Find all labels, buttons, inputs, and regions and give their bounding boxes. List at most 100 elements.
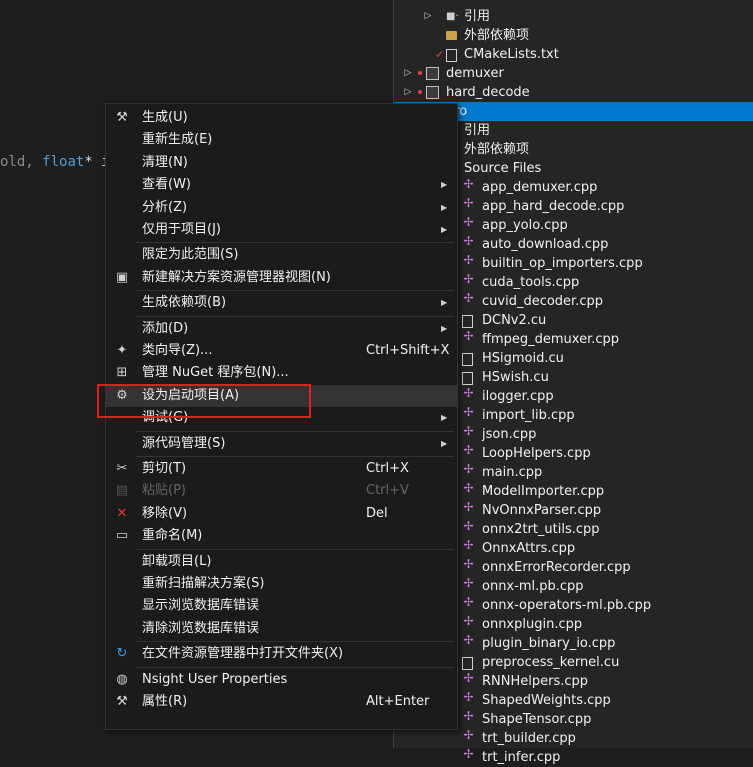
menu-separator [136, 641, 454, 643]
cpp-file-icon: ✢ [463, 557, 474, 571]
cpp-file-icon: ✢ [463, 177, 474, 191]
cpp-file-icon: ✢ [463, 728, 474, 742]
menu-item-shortcut: Alt+Enter [366, 694, 430, 709]
tree-item-label: main.cpp [482, 465, 543, 480]
menu-item[interactable]: 分析(Z) ▶ [106, 197, 457, 219]
tree-item-label: app_yolo.cpp [482, 218, 568, 233]
reference-icon: ■· [446, 11, 459, 22]
menu-item-label: 生成依赖项(B) [142, 295, 227, 311]
cpp-file-icon: ✢ [463, 519, 474, 533]
text-file-icon [446, 49, 457, 62]
cpp-file-icon: ✢ [463, 576, 474, 590]
menu-separator [136, 290, 454, 292]
tree-item-label: trt_builder.cpp [482, 731, 576, 746]
cpp-file-icon: ✢ [463, 709, 474, 723]
menu-item-label: 卸载项目(L) [142, 553, 212, 569]
cpp-file-icon: ✢ [463, 196, 474, 210]
cpp-file-icon: ✢ [463, 272, 474, 286]
menu-item[interactable]: 源代码管理(S) ▶ [106, 433, 457, 455]
menu-item[interactable]: 重新扫描解决方案(S) [106, 573, 457, 595]
collapsed-arrow-icon[interactable]: ▷ [403, 64, 413, 83]
menu-item-label: 清理(N) [142, 154, 188, 170]
menu-item[interactable]: 仅用于项目(J) ▶ [106, 219, 457, 241]
build-icon: ⚒ [116, 110, 128, 125]
tree-item[interactable]: ▷ ■· 引用 [394, 7, 753, 26]
cpp-file-icon: ✢ [463, 291, 474, 305]
submenu-arrow-icon: ▶ [441, 180, 448, 190]
tree-item[interactable]: ✢ trt_infer.cpp [394, 748, 753, 767]
menu-item[interactable]: ▣ 新建解决方案资源管理器视图(N) [106, 267, 457, 289]
menu-item[interactable]: ✦ 类向导(Z)... Ctrl+Shift+X [106, 340, 457, 362]
file-icon [462, 315, 473, 328]
cpp-file-icon: ✢ [463, 671, 474, 685]
menu-separator [136, 548, 454, 550]
tree-item-label: RNNHelpers.cpp [482, 674, 589, 689]
submenu-arrow-icon: ▶ [441, 202, 448, 212]
menu-item-label: 属性(R) [142, 694, 188, 709]
menu-item[interactable]: ⊞ 管理 NuGet 程序包(N)... [106, 362, 457, 384]
tree-item-label: ShapedWeights.cpp [482, 693, 611, 708]
menu-item[interactable]: ⚒ 属性(R) Alt+Enter [106, 691, 457, 713]
menu-item[interactable]: ↻ 在文件资源管理器中打开文件夹(X) [106, 643, 457, 665]
menu-item[interactable]: ✂ 剪切(T) Ctrl+X [106, 458, 457, 480]
menu-item[interactable]: ✕ 移除(V) Del [106, 503, 457, 525]
tree-item-label: demuxer [446, 66, 504, 81]
cpp-file-icon: ✢ [463, 329, 474, 343]
tree-item-label: Source Files [464, 161, 542, 176]
menu-item[interactable]: 显示浏览数据库错误 [106, 595, 457, 617]
tree-item[interactable]: ✓ CMakeLists.txt [394, 45, 753, 64]
menu-item-shortcut: Ctrl+X [366, 461, 409, 476]
tree-item-label: onnx-ml.pb.cpp [482, 579, 584, 594]
tree-item-label: preprocess_kernel.cu [482, 655, 620, 670]
tree-item[interactable]: 外部依赖项 [394, 26, 753, 45]
menu-item[interactable]: 查看(W) ▶ [106, 174, 457, 196]
tree-item-label: builtin_op_importers.cpp [482, 256, 643, 271]
tree-item-label: cuvid_decoder.cpp [482, 294, 603, 309]
menu-item[interactable]: 清除浏览数据库错误 [106, 618, 457, 640]
cpp-file-icon: ✢ [463, 595, 474, 609]
scissors-icon: ✂ [116, 461, 128, 476]
menu-separator [136, 430, 454, 432]
cpp-file-icon: ✢ [463, 633, 474, 647]
menu-item-label: 添加(D) [142, 320, 189, 336]
tree-item[interactable]: ✢ trt_builder.cpp [394, 729, 753, 748]
tree-item-label: ilogger.cpp [482, 389, 554, 404]
menu-item-label: 重新生成(E) [142, 132, 213, 148]
external-deps-icon [446, 31, 457, 40]
file-icon [462, 353, 473, 366]
cpp-file-icon: ✢ [463, 462, 474, 476]
error-dot-icon [418, 71, 422, 75]
menu-item[interactable]: 添加(D) ▶ [106, 318, 457, 340]
tree-item-label: hard_decode [446, 85, 530, 100]
collapsed-arrow-icon[interactable]: ▷ [423, 7, 433, 26]
cpp-file-icon: ✢ [463, 538, 474, 552]
cpp-file-icon: ✢ [463, 690, 474, 704]
tree-item[interactable]: ▷ hard_decode [394, 83, 753, 102]
code-text: old, [0, 154, 43, 170]
menu-item-label: 新建解决方案资源管理器视图(N) [142, 269, 331, 285]
menu-item: ▤ 粘贴(P) Ctrl+V [106, 480, 457, 502]
menu-item-label: 移除(V) [142, 505, 188, 521]
tree-item[interactable]: ▷ demuxer [394, 64, 753, 83]
cpp-file-icon: ✢ [463, 405, 474, 419]
menu-item[interactable]: 卸载项目(L) [106, 551, 457, 573]
menu-item-label: 限定为此范围(S) [142, 247, 239, 263]
menu-item[interactable]: 生成依赖项(B) ▶ [106, 292, 457, 314]
menu-item[interactable]: 重新生成(E) [106, 129, 457, 151]
menu-item-label: 在文件资源管理器中打开文件夹(X) [142, 646, 344, 662]
tree-item-label: onnxplugin.cpp [482, 617, 583, 632]
menu-item[interactable]: ⚒ 生成(U) [106, 107, 457, 129]
submenu-arrow-icon: ▶ [441, 298, 448, 308]
menu-item[interactable]: 限定为此范围(S) [106, 244, 457, 266]
menu-item-shortcut: Ctrl+V [366, 483, 409, 499]
menu-item-label: 重命名(M) [142, 528, 203, 544]
tree-item-label: HSigmoid.cu [482, 351, 564, 366]
collapsed-arrow-icon[interactable]: ▷ [403, 83, 413, 102]
menu-item[interactable]: 清理(N) [106, 152, 457, 174]
menu-item[interactable]: ▭ 重命名(M) [106, 525, 457, 547]
menu-separator [136, 456, 454, 457]
checkin-icon: ✓ [435, 48, 445, 61]
menu-item[interactable]: ◍ Nsight User Properties [106, 669, 457, 691]
nsight-icon: ◍ [116, 671, 128, 687]
tree-item-label: HSwish.cu [482, 370, 549, 385]
